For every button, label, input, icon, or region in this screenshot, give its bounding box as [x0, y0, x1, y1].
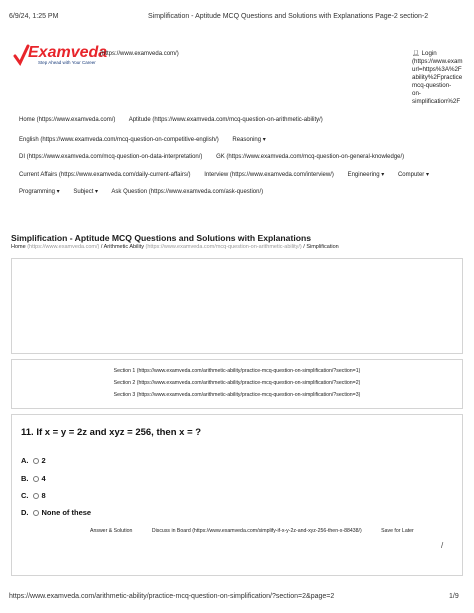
nav-di[interactable]: DI (https://www.examveda.com/mcq-questio…	[19, 154, 202, 160]
nav-english[interactable]: English (https://www.examveda.com/mcq-qu…	[19, 137, 219, 143]
login-url-line: ability%2Fpractice	[412, 74, 463, 81]
option-value: 4	[41, 474, 46, 483]
page-title: Simplification - Aptitude MCQ Questions …	[11, 233, 311, 243]
login-url-line: url=https%3A%2F	[412, 66, 462, 73]
nav-reasoning[interactable]: Reasoning ▾	[232, 137, 265, 143]
nav-ask-question[interactable]: Ask Question (https://www.examveda.com/a…	[111, 189, 263, 195]
section-links: Section 1 (https://www.examveda.com/arit…	[11, 359, 463, 409]
section-2-link[interactable]: Section 2 (https://www.examveda.com/arit…	[12, 380, 462, 386]
breadcrumb-separator: /	[303, 244, 305, 250]
option-value: None of these	[41, 508, 92, 517]
breadcrumb-home-url[interactable]: (https://www.examveda.com/)	[27, 244, 99, 250]
breadcrumb: Home (https://www.examveda.com/) / Arith…	[11, 244, 339, 250]
option-letter: D.	[21, 508, 29, 517]
option-d[interactable]: D. None of these	[21, 508, 91, 517]
nav-current-affairs[interactable]: Current Affairs (https://www.examveda.co…	[19, 172, 191, 178]
section-3-link[interactable]: Section 3 (https://www.examveda.com/arit…	[12, 392, 462, 398]
nav-engineering[interactable]: Engineering ▾	[348, 172, 385, 178]
radio-icon[interactable]	[32, 493, 39, 500]
breadcrumb-home[interactable]: Home	[11, 244, 26, 250]
login-label: Login	[421, 50, 437, 57]
option-a[interactable]: A. 2	[21, 456, 46, 465]
nav-row-3: DI (https://www.examveda.com/mcq-questio…	[19, 154, 416, 160]
option-c[interactable]: C. 8	[21, 491, 46, 500]
nav-gk[interactable]: GK (https://www.examveda.com/mcq-questio…	[216, 154, 404, 160]
breadcrumb-arithmetic-url[interactable]: (https://www.examveda.com/mcq-question-o…	[146, 244, 302, 250]
breadcrumb-separator: /	[100, 244, 103, 250]
nav-home[interactable]: Home (https://www.examveda.com/)	[19, 117, 115, 123]
breadcrumb-arithmetic[interactable]: Arithmetic Ability	[104, 244, 144, 250]
nav-programming[interactable]: Programming ▾	[19, 189, 60, 195]
option-value: 8	[41, 491, 46, 500]
option-letter: B.	[21, 474, 29, 483]
section-1-link[interactable]: Section 1 (https://www.examveda.com/arit…	[12, 368, 462, 374]
nav-subject[interactable]: Subject ▾	[73, 189, 98, 195]
user-icon: 👤︎	[412, 50, 420, 57]
question-card: 11. If x = y = 2z and xyz = 256, then x …	[11, 414, 463, 576]
login-url-line: (https://www.exam	[412, 58, 463, 65]
nav-row-4: Current Affairs (https://www.examveda.co…	[19, 171, 441, 178]
nav-row-1: Home (https://www.examveda.com/) Aptitud…	[19, 117, 335, 123]
nav-row-2: English (https://www.examveda.com/mcq-qu…	[19, 136, 278, 143]
option-b[interactable]: B. 4	[21, 474, 46, 483]
option-value: 2	[41, 456, 46, 465]
discuss-link[interactable]: Discuss in Board (https://www.examveda.c…	[152, 528, 362, 534]
option-letter: C.	[21, 491, 29, 500]
login-url-line: on-	[412, 90, 421, 97]
question-actions: Answer & Solution Discuss in Board (http…	[90, 528, 432, 534]
footer-page-number: 1/9	[449, 593, 459, 600]
answer-solution-button[interactable]: Answer & Solution	[90, 528, 132, 534]
nav-computer[interactable]: Computer ▾	[398, 172, 429, 178]
radio-icon[interactable]	[32, 510, 39, 517]
login-label-row: 👤︎ Login	[412, 50, 474, 58]
footer-url: https://www.examveda.com/arithmetic-abil…	[9, 593, 335, 600]
brand-tagline: Step Ahead with Your Career	[38, 60, 96, 65]
radio-icon[interactable]	[32, 476, 39, 483]
nav-interview[interactable]: Interview (https://www.examveda.com/inte…	[204, 172, 334, 178]
save-for-later-button[interactable]: Save for Later	[381, 528, 414, 534]
login-url-line: mcq-question-	[412, 82, 452, 89]
examveda-logo[interactable]: Examveda Step Ahead with Your Career	[12, 44, 107, 66]
breadcrumb-current: Simplification	[306, 244, 339, 250]
option-letter: A.	[21, 456, 29, 465]
nav-row-5: Programming ▾ Subject ▾ Ask Question (ht…	[19, 188, 275, 195]
slash-mark: /	[441, 541, 444, 550]
login-link[interactable]: 👤︎ Login (https://www.exam url=https%3A%…	[412, 50, 474, 106]
nav-aptitude[interactable]: Aptitude (https://www.examveda.com/mcq-q…	[129, 117, 323, 123]
login-url-line: simplification%2F	[412, 98, 461, 105]
logo-url[interactable]: (https://www.examveda.com/)	[100, 51, 179, 57]
print-page-title: Simplification - Aptitude MCQ Questions …	[148, 13, 429, 20]
print-datetime: 6/9/24, 1:25 PM	[9, 13, 59, 20]
ad-placeholder	[11, 258, 463, 354]
radio-icon[interactable]	[32, 458, 39, 465]
question-text: 11. If x = y = 2z and xyz = 256, then x …	[21, 427, 202, 438]
